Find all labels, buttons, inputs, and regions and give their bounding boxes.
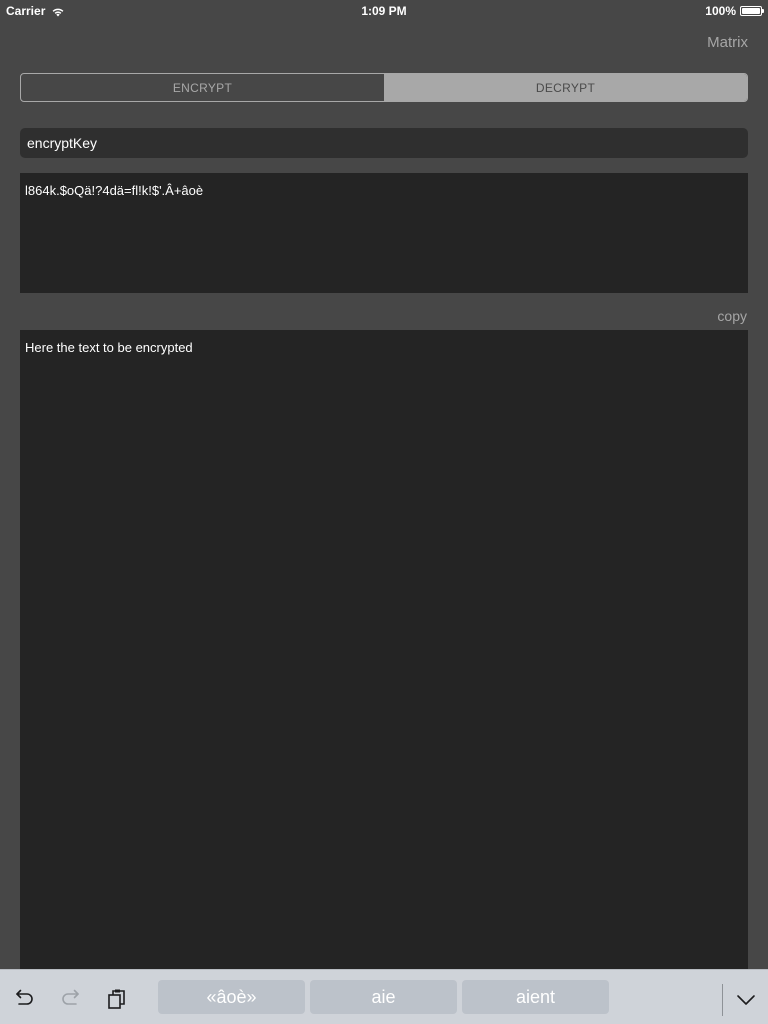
battery-fill	[742, 8, 760, 14]
copy-button[interactable]: copy	[717, 308, 747, 324]
input-text-area[interactable]: Here the text to be encrypted	[20, 330, 748, 970]
chevron-down-icon[interactable]	[734, 987, 758, 1011]
encrypt-key-field[interactable]: encryptKey	[20, 128, 748, 158]
keyboard-bar-divider	[722, 984, 723, 1016]
redo-icon[interactable]	[59, 987, 83, 1011]
battery-area: 100%	[705, 4, 764, 18]
suggestion-3[interactable]: aient	[462, 980, 609, 1014]
output-text-area[interactable]: l864k.$oQä!?4dä=fl!k!$'.Â+âoè	[20, 173, 748, 293]
keyboard-shortcut-bar: «âoè» aie aient	[0, 969, 768, 1024]
battery-percentage: 100%	[705, 4, 736, 18]
undo-icon[interactable]	[12, 987, 36, 1011]
app-screen: Carrier 1:09 PM 100% Matrix ENCRYPT DECR…	[0, 0, 768, 1024]
suggestion-2[interactable]: aie	[310, 980, 457, 1014]
segment-encrypt[interactable]: ENCRYPT	[21, 74, 384, 101]
matrix-button[interactable]: Matrix	[707, 34, 748, 51]
suggestion-1[interactable]: «âoè»	[158, 980, 305, 1014]
status-bar: Carrier 1:09 PM 100%	[0, 0, 768, 20]
battery-icon	[740, 6, 764, 16]
mode-segmented-control: ENCRYPT DECRYPT	[20, 73, 748, 102]
encrypt-key-value: encryptKey	[27, 135, 98, 151]
segment-decrypt[interactable]: DECRYPT	[384, 74, 747, 101]
status-time: 1:09 PM	[361, 4, 407, 18]
paste-icon[interactable]	[105, 987, 129, 1011]
